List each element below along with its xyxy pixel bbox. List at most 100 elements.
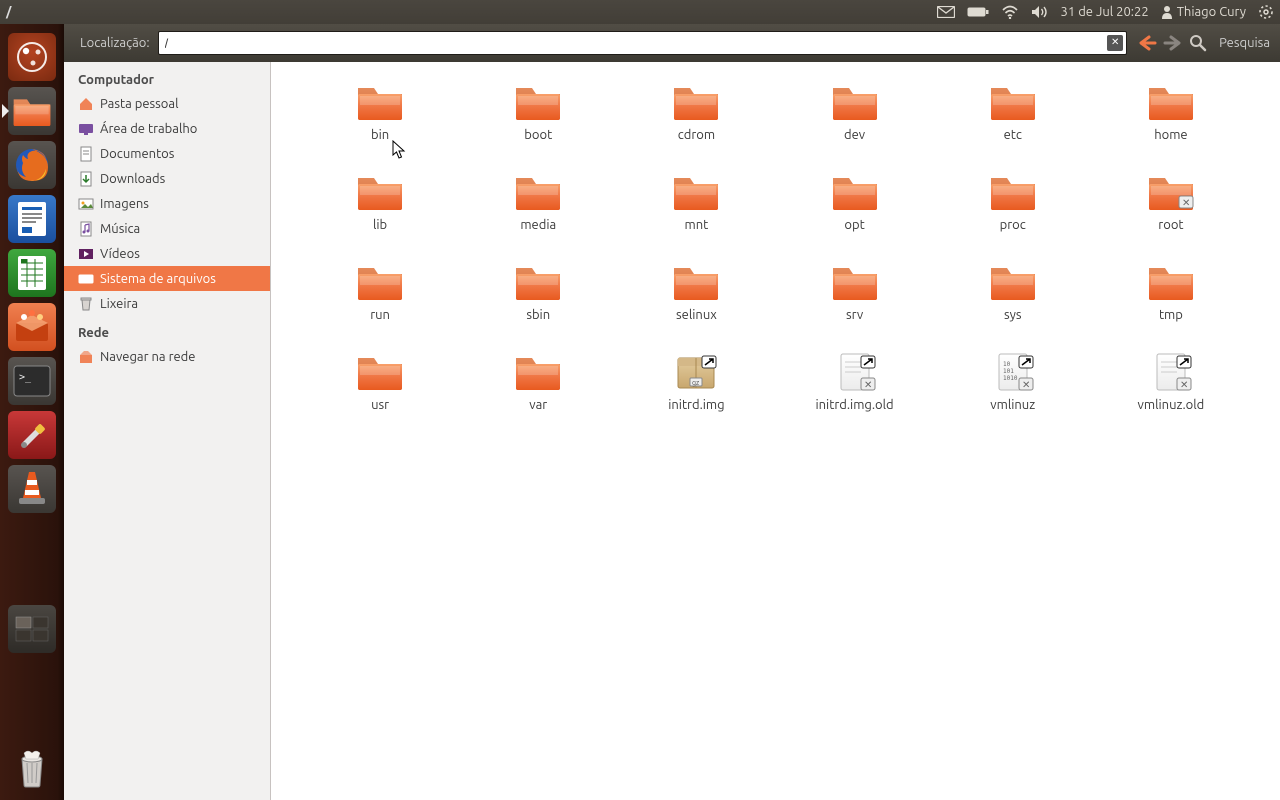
launcher-firefox[interactable] [8,141,56,189]
file-item[interactable]: sys [934,262,1092,322]
file-item[interactable]: cdrom [617,82,775,142]
svg-text:101: 101 [1003,368,1014,375]
folder-icon [672,82,720,122]
launcher-dash[interactable] [8,33,56,81]
file-item[interactable]: boot [459,82,617,142]
file-item[interactable]: 10 101 1010 ✕ vmlinuz [934,352,1092,412]
file-name: dev [844,128,865,142]
top-panel: / 31 de Jul 20:22 Thiago Cury [0,0,1280,24]
file-item[interactable]: ✕ initrd.img.old [776,352,934,412]
binary-locked-icon: 10 101 1010 ✕ [989,352,1037,392]
sidebar-item-trash[interactable]: Lixeira [64,291,270,316]
sidebar-item-videos[interactable]: Vídeos [64,241,270,266]
svg-text:✕: ✕ [1182,197,1190,208]
file-item[interactable]: gz initrd.img [617,352,775,412]
location-toolbar: Localização: ✕ Pesquisa [64,24,1280,62]
sidebar-item-docs[interactable]: Documentos [64,141,270,166]
desktop-icon [78,121,94,137]
file-name: proc [1000,218,1026,232]
file-item[interactable]: mnt [617,172,775,232]
folder-icon [514,352,562,392]
folder-icon [356,82,404,122]
file-item[interactable]: bin [301,82,459,142]
launcher-vlc[interactable] [8,465,56,513]
nav-forward-button[interactable] [1163,35,1183,51]
file-name: run [370,308,390,322]
launcher: >_ [0,24,64,800]
file-name: home [1154,128,1187,142]
sound-indicator[interactable] [1025,5,1055,19]
clear-location-icon[interactable]: ✕ [1107,35,1123,51]
nav-back-button[interactable] [1137,35,1157,51]
file-item[interactable]: home [1092,82,1250,142]
archive-icon: gz [672,352,720,392]
clock-indicator[interactable]: 31 de Jul 20:22 [1055,5,1155,19]
svg-text:1010: 1010 [1003,375,1018,382]
svg-text:10: 10 [1003,361,1011,368]
file-name: vmlinuz [990,398,1035,412]
sidebar-heading-network: Rede [64,320,270,344]
file-name: media [520,218,556,232]
file-item[interactable]: ✕ root [1092,172,1250,232]
file-item[interactable]: etc [934,82,1092,142]
sidebar-item-downloads[interactable]: Downloads [64,166,270,191]
sidebar-item-label: Área de trabalho [100,122,197,136]
launcher-calc[interactable] [8,249,56,297]
file-item[interactable]: tmp [1092,262,1250,322]
folder-icon [514,262,562,302]
file-item[interactable]: run [301,262,459,322]
file-item[interactable]: dev [776,82,934,142]
file-name: lib [373,218,387,232]
window-title: / [0,5,11,19]
file-item[interactable]: opt [776,172,934,232]
file-item[interactable]: var [459,352,617,412]
folder-icon [989,82,1037,122]
launcher-writer[interactable] [8,195,56,243]
docs-icon [78,146,94,162]
file-item[interactable]: selinux [617,262,775,322]
sidebar-item-label: Música [100,222,140,236]
svg-text:✕: ✕ [864,379,872,390]
file-item[interactable]: srv [776,262,934,322]
file-item[interactable]: proc [934,172,1092,232]
file-item[interactable]: lib [301,172,459,232]
svg-text:✕: ✕ [1180,379,1188,390]
file-item[interactable]: usr [301,352,459,412]
folder-locked-icon: ✕ [1147,172,1195,212]
svg-text:gz: gz [692,379,699,387]
launcher-files[interactable] [8,87,56,135]
search-button[interactable] [1189,34,1207,52]
file-item[interactable]: media [459,172,617,232]
videos-icon [78,246,94,262]
folder-icon [1147,82,1195,122]
network-icon [78,349,94,365]
launcher-trash[interactable] [8,744,56,792]
launcher-terminal[interactable]: >_ [8,357,56,405]
mail-indicator[interactable] [931,6,961,18]
file-item[interactable]: ✕ vmlinuz.old [1092,352,1250,412]
file-name: etc [1004,128,1022,142]
session-indicator[interactable] [1252,4,1280,20]
icon-view[interactable]: bin boot cdrom dev etc home lib media [271,62,1280,800]
folder-icon [356,352,404,392]
sidebar-item-network[interactable]: Navegar na rede [64,344,270,369]
sidebar-item-desktop[interactable]: Área de trabalho [64,116,270,141]
launcher-settings[interactable] [8,411,56,459]
user-menu[interactable]: Thiago Cury [1155,5,1252,19]
battery-indicator[interactable] [961,6,995,18]
folder-icon [989,262,1037,302]
file-name: cdrom [678,128,715,142]
sidebar-item-label: Navegar na rede [100,350,195,364]
launcher-workspace[interactable] [8,605,56,653]
sidebar-item-disk[interactable]: Sistema de arquivos [64,266,270,291]
search-label: Pesquisa [1219,36,1270,50]
places-sidebar: Computador Pasta pessoalÁrea de trabalho… [64,62,271,800]
file-name: usr [371,398,389,412]
location-input[interactable] [158,31,1128,55]
file-item[interactable]: sbin [459,262,617,322]
sidebar-item-images[interactable]: Imagens [64,191,270,216]
sidebar-item-music[interactable]: Música [64,216,270,241]
sidebar-item-home[interactable]: Pasta pessoal [64,91,270,116]
network-indicator[interactable] [995,5,1025,19]
launcher-software[interactable] [8,303,56,351]
